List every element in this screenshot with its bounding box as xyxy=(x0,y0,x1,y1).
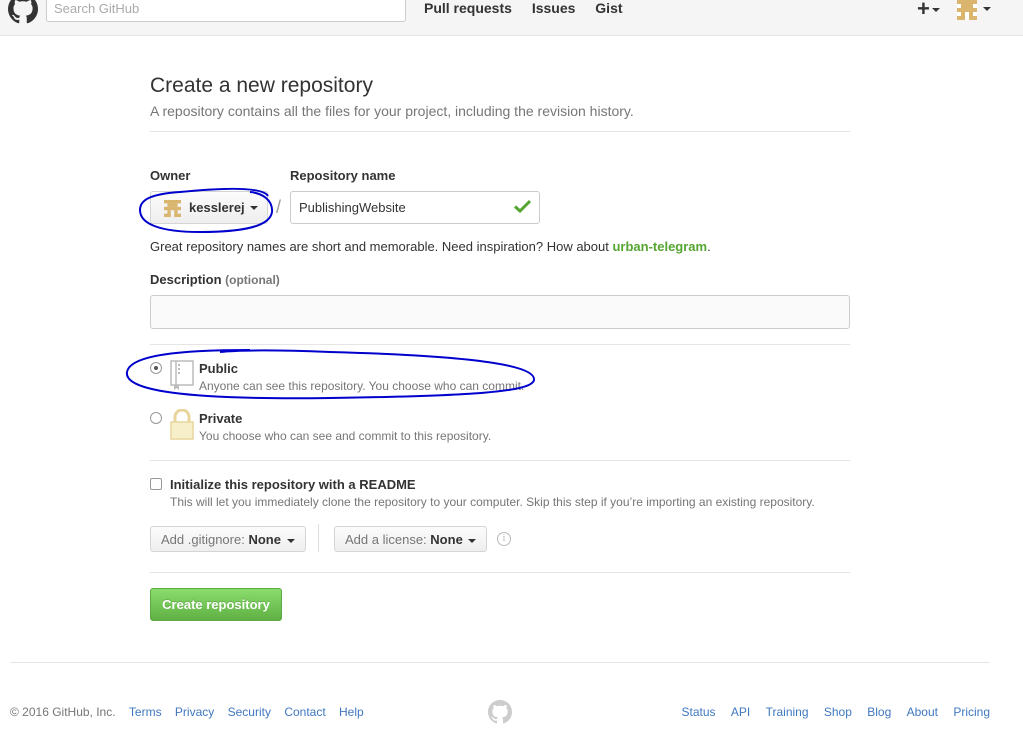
readme-checkbox[interactable] xyxy=(150,478,162,490)
repository-name-input[interactable] xyxy=(290,191,540,224)
create-repository-button[interactable]: Create repository xyxy=(150,588,282,621)
footer-divider xyxy=(10,662,990,663)
footer-right: Status API Training Shop Blog About Pric… xyxy=(670,705,990,719)
owner-label: Owner xyxy=(150,168,191,183)
footer-link-privacy[interactable]: Privacy xyxy=(175,705,214,719)
footer-link-status[interactable]: Status xyxy=(682,705,716,719)
name-hint: Great repository names are short and mem… xyxy=(150,239,711,254)
footer-link-training[interactable]: Training xyxy=(766,705,809,719)
footer-link-contact[interactable]: Contact xyxy=(284,705,325,719)
search-input[interactable] xyxy=(46,0,406,22)
owner-avatar xyxy=(164,200,181,217)
avatar-chevron-down-icon[interactable] xyxy=(983,7,991,11)
optional-tag: (optional) xyxy=(225,273,280,287)
repo-name-label: Repository name xyxy=(290,168,396,183)
public-description: Anyone can see this repository. You choo… xyxy=(199,379,525,393)
gitignore-select-button[interactable]: Add .gitignore: None xyxy=(150,526,306,552)
vertical-divider xyxy=(318,524,319,552)
nav-gist[interactable]: Gist xyxy=(595,0,622,16)
license-prefix: Add a license: xyxy=(345,532,427,547)
chevron-down-icon xyxy=(931,8,940,13)
footer-left: © 2016 GitHub, Inc. Terms Privacy Securi… xyxy=(10,705,364,719)
lock-icon xyxy=(170,409,194,440)
github-mark-icon[interactable] xyxy=(488,700,512,724)
new-menu-button[interactable]: + xyxy=(917,0,940,22)
public-radio[interactable] xyxy=(150,362,162,374)
nav-issues[interactable]: Issues xyxy=(532,0,576,16)
top-nav: Pull requests Issues Gist xyxy=(424,0,639,16)
divider xyxy=(150,344,850,345)
page-subtitle: A repository contains all the files for … xyxy=(150,103,634,119)
description-input[interactable] xyxy=(150,295,850,329)
footer-link-pricing[interactable]: Pricing xyxy=(953,705,990,719)
private-description: You choose who can see and commit to thi… xyxy=(199,429,492,443)
site-header: Pull requests Issues Gist + xyxy=(0,0,1023,36)
checkmark-icon xyxy=(514,199,531,213)
owner-name: kesslerej xyxy=(189,200,245,215)
description-label-text: Description xyxy=(150,272,222,287)
footer-link-terms[interactable]: Terms xyxy=(129,705,162,719)
copyright: © 2016 GitHub, Inc. xyxy=(10,705,116,719)
page-title: Create a new repository xyxy=(150,74,373,97)
footer-link-shop[interactable]: Shop xyxy=(824,705,852,719)
repo-book-icon xyxy=(170,360,194,390)
info-icon[interactable]: i xyxy=(497,532,511,546)
chevron-down-icon xyxy=(250,206,258,210)
owner-repo-separator: / xyxy=(276,197,282,217)
user-avatar[interactable] xyxy=(957,0,977,20)
readme-title: Initialize this repository with a README xyxy=(170,477,416,492)
chevron-down-icon xyxy=(468,538,477,543)
hint-text: Great repository names are short and mem… xyxy=(150,239,613,254)
divider xyxy=(150,460,850,461)
private-title: Private xyxy=(199,411,243,426)
license-value: None xyxy=(430,532,463,547)
footer-link-security[interactable]: Security xyxy=(228,705,271,719)
description-label: Description (optional) xyxy=(150,272,280,287)
gitignore-value: None xyxy=(248,532,281,547)
gitignore-prefix: Add .gitignore: xyxy=(161,532,245,547)
private-radio[interactable] xyxy=(150,412,162,424)
license-select-button[interactable]: Add a license: None xyxy=(334,526,488,552)
github-logo-icon[interactable] xyxy=(8,0,38,24)
owner-select-button[interactable]: kesslerej xyxy=(150,191,268,224)
nav-pull-requests[interactable]: Pull requests xyxy=(424,0,512,16)
divider xyxy=(150,131,850,132)
readme-description: This will let you immediately clone the … xyxy=(170,495,815,509)
name-suggestion-link[interactable]: urban-telegram xyxy=(612,239,707,254)
divider xyxy=(150,572,850,573)
hint-period: . xyxy=(707,239,711,254)
public-title: Public xyxy=(199,361,239,376)
footer-link-api[interactable]: API xyxy=(731,705,750,719)
chevron-down-icon xyxy=(286,538,295,543)
plus-icon: + xyxy=(917,0,930,21)
footer-link-about[interactable]: About xyxy=(907,705,938,719)
footer-link-help[interactable]: Help xyxy=(339,705,364,719)
footer-link-blog[interactable]: Blog xyxy=(867,705,891,719)
